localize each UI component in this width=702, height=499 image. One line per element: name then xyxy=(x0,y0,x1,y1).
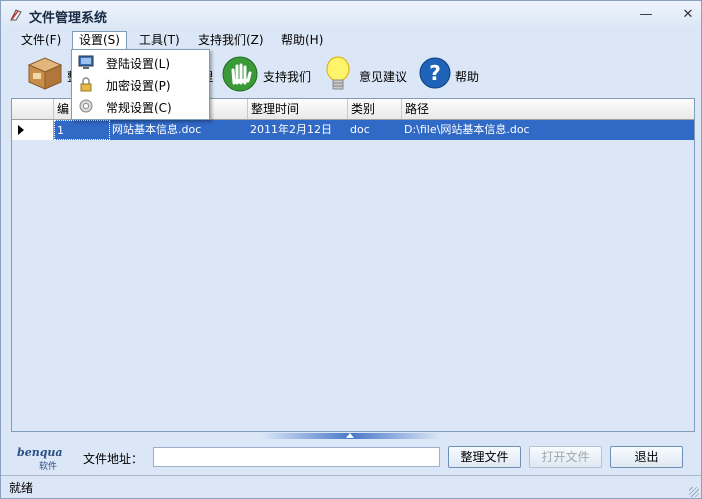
toolbar-feedback-label[interactable]: 意见建议 xyxy=(359,68,407,85)
exit-button[interactable]: 退出 xyxy=(610,446,683,468)
lightbulb-icon[interactable] xyxy=(323,55,353,95)
svg-text:?: ? xyxy=(429,61,441,85)
menu-encrypt-settings[interactable]: 加密设置(P) xyxy=(72,73,209,95)
logo-subtitle: 软件 xyxy=(39,462,58,472)
column-type[interactable]: 类别 xyxy=(348,99,402,119)
toolbar-support-label[interactable]: 支持我们 xyxy=(263,68,311,85)
cell-name[interactable]: 网站基本信息.doc xyxy=(110,120,250,140)
hand-icon[interactable] xyxy=(221,55,259,93)
app-icon xyxy=(10,9,22,21)
menu-settings[interactable]: 设置(S) xyxy=(72,31,127,49)
status-text: 就绪 xyxy=(9,481,34,495)
menu-login-settings[interactable]: 登陆设置(L) xyxy=(72,51,209,73)
grid-corner xyxy=(12,99,54,119)
collapse-arrow-icon[interactable] xyxy=(346,433,354,438)
menu-help[interactable]: 帮助(H) xyxy=(275,32,329,49)
cell-id[interactable]: 1 xyxy=(54,120,110,140)
monitor-icon xyxy=(78,55,94,69)
file-grid[interactable]: 编 整理时间 类别 路径 1 网站基本信息.doc 2011年2月12日 doc… xyxy=(11,98,695,432)
organize-file-button[interactable]: 整理文件 xyxy=(448,446,521,468)
close-button[interactable]: ✕ xyxy=(679,7,697,23)
table-row[interactable]: 1 网站基本信息.doc 2011年2月12日 doc D:\file\网站基本… xyxy=(12,120,694,140)
menu-support[interactable]: 支持我们(Z) xyxy=(192,32,270,49)
app-window: 文件管理系统 — ✕ 文件(F) 设置(S) 工具(T) 支持我们(Z) 帮助(… xyxy=(0,0,702,499)
window-title: 文件管理系统 xyxy=(29,11,108,26)
help-icon[interactable]: ? xyxy=(419,57,451,89)
address-label: 文件地址： xyxy=(83,452,144,466)
minimize-button[interactable]: — xyxy=(637,7,655,23)
menu-file[interactable]: 文件(F) xyxy=(15,32,67,49)
cell-type[interactable]: doc xyxy=(348,120,404,140)
column-time[interactable]: 整理时间 xyxy=(248,99,348,119)
box-icon[interactable] xyxy=(25,55,65,91)
settings-dropdown-menu: 登陆设置(L) 加密设置(P) 常规设置(C) xyxy=(71,49,210,120)
menu-bar: 文件(F) 设置(S) 工具(T) 支持我们(Z) 帮助(H) xyxy=(1,30,701,50)
cell-time[interactable]: 2011年2月12日 xyxy=(248,120,350,140)
current-row-icon xyxy=(18,125,24,135)
toolbar-help-label[interactable]: 帮助 xyxy=(455,68,479,85)
cell-path[interactable]: D:\file\网站基本信息.doc xyxy=(402,120,694,140)
logo: benqua xyxy=(17,446,63,459)
lock-icon xyxy=(80,77,92,92)
menu-tools[interactable]: 工具(T) xyxy=(133,32,186,49)
status-bar: 就绪 xyxy=(1,475,701,498)
address-input[interactable] xyxy=(153,447,440,467)
open-file-button[interactable]: 打开文件 xyxy=(529,446,602,468)
column-path[interactable]: 路径 xyxy=(402,99,694,119)
row-header[interactable] xyxy=(12,120,54,140)
menu-general-settings[interactable]: 常规设置(C) xyxy=(72,95,209,117)
title-bar: 文件管理系统 — ✕ xyxy=(1,1,701,29)
resize-grip-icon[interactable] xyxy=(689,487,699,497)
settings-icon xyxy=(79,99,93,113)
